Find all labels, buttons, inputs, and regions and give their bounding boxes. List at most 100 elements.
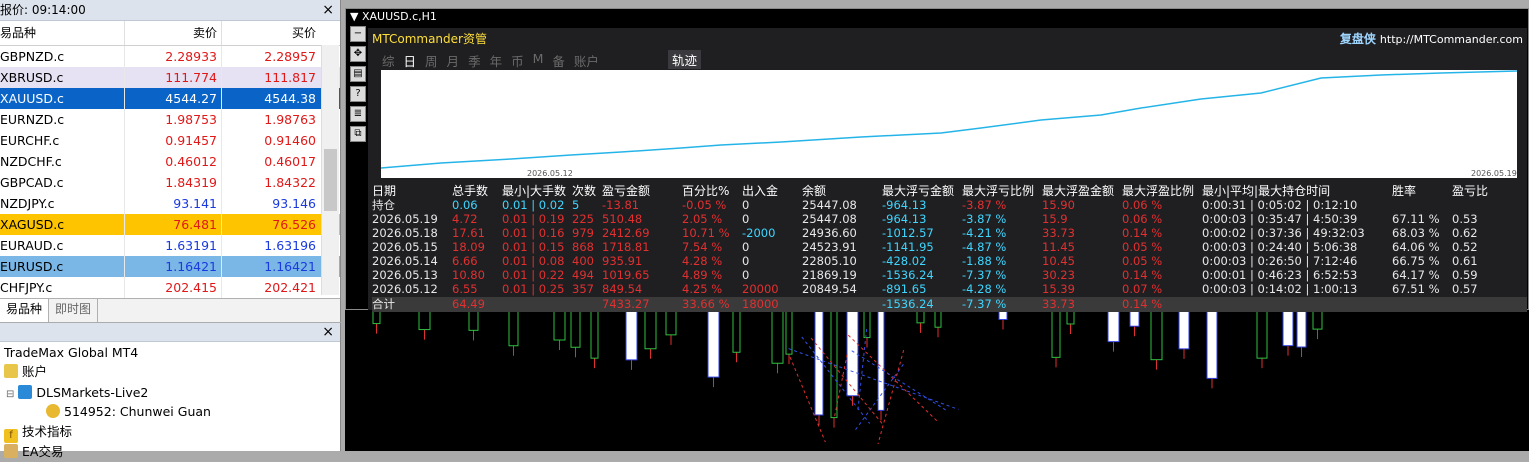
- table-cell: -13.81: [602, 198, 640, 212]
- plot-date-start: 2026.05.12: [527, 169, 573, 178]
- table-cell: 0.06 %: [1122, 212, 1163, 226]
- period-tab[interactable]: 币: [511, 51, 524, 70]
- table-row: 2026.05.14 6.66 0.01 | 0.08 400 935.91 4.28 %…: [372, 254, 1527, 268]
- market-watch-scrollbar[interactable]: [321, 45, 339, 295]
- bid-cell: 93.141: [124, 193, 221, 214]
- table-cell: 0.52: [1452, 240, 1478, 254]
- table-cell: 0:00:03 | 0:35:47 | 4:50:39: [1202, 212, 1358, 226]
- table-cell: 68.03 %: [1392, 226, 1440, 240]
- close-icon[interactable]: ×: [322, 0, 334, 20]
- bid-cell: 2.28933: [124, 46, 221, 67]
- market-watch-row[interactable]: GBPCAD.c 1.84319 1.84322: [0, 172, 340, 193]
- market-watch-row[interactable]: EURAUD.c 1.63191 1.63196: [0, 235, 340, 256]
- period-tab[interactable]: 季: [468, 51, 481, 70]
- table-cell: 67.11 %: [1392, 212, 1440, 226]
- tab-tick-chart[interactable]: 即时图: [49, 299, 99, 322]
- market-watch-row[interactable]: XBRUSD.c 111.774 111.817: [0, 67, 340, 88]
- column-header-bid[interactable]: 卖价: [124, 21, 221, 45]
- ask-cell: 1.63196: [221, 235, 320, 256]
- table-cell: 33.66 %: [682, 297, 730, 311]
- market-watch-row[interactable]: XAGUSD.c 76.481 76.526: [0, 214, 340, 235]
- site-link[interactable]: 复盘侠 http://MTCommander.com: [1340, 30, 1523, 47]
- market-watch-row[interactable]: EURNZD.c 1.98753 1.98763: [0, 109, 340, 130]
- period-tab[interactable]: 备: [552, 51, 565, 70]
- table-cell: -1536.24: [882, 297, 934, 311]
- candle: [846, 310, 859, 397]
- nav-item-server[interactable]: ⊟ DLSMarkets-Live2: [6, 383, 148, 403]
- plot-date-end: 2026.05.19: [1471, 169, 1517, 178]
- table-cell: 0.59: [1452, 268, 1478, 282]
- candle: [1256, 310, 1268, 359]
- close-icon[interactable]: ×: [322, 323, 334, 341]
- symbol-cell: EURNZD.c: [0, 112, 65, 127]
- capture-icon[interactable]: ▤: [350, 66, 366, 82]
- column-header-symbol[interactable]: 易品种: [0, 21, 124, 45]
- candle: [785, 310, 793, 355]
- navigator-title-bar: ×: [0, 323, 340, 342]
- table-cell: 10.80: [452, 268, 485, 282]
- table-cell: 6.55: [452, 282, 478, 296]
- table-cell: 0.01 | 0.19: [502, 212, 565, 226]
- table-cell: 21869.19: [802, 268, 857, 282]
- nav-item-indicators[interactable]: f 技术指标: [4, 422, 72, 443]
- candle: [553, 310, 566, 341]
- period-tab[interactable]: 综: [382, 51, 395, 70]
- table-cell: 2026.05.12: [372, 282, 438, 296]
- table-cell: 盈亏比: [1452, 184, 1489, 198]
- table-cell: -3.87 %: [962, 198, 1007, 212]
- table-cell: -428.02: [882, 254, 927, 268]
- period-tabs: 综日周月季年币 M 备账户: [382, 51, 608, 70]
- table-cell: -4.21 %: [962, 226, 1007, 240]
- copy-icon[interactable]: ⧉: [350, 126, 366, 142]
- candle: [916, 310, 925, 324]
- market-watch-row[interactable]: CHFJPY.c 202.415 202.421: [0, 277, 340, 298]
- window-menu-icon[interactable]: ▼: [350, 10, 358, 23]
- ask-cell: 2.28957: [221, 46, 320, 67]
- table-cell: 0.62: [1452, 226, 1478, 240]
- collapse-icon[interactable]: ⊟: [6, 389, 14, 400]
- table-cell: 15.90: [1042, 198, 1075, 212]
- candle: [468, 310, 479, 331]
- table-cell: 总手数: [452, 184, 489, 198]
- table-cell: 次数: [572, 184, 597, 198]
- table-cell: 33.73: [1042, 226, 1075, 240]
- period-tab[interactable]: 日: [404, 51, 417, 70]
- bid-cell: 1.63191: [124, 235, 221, 256]
- scrollbar-thumb[interactable]: [324, 149, 337, 211]
- market-watch-row[interactable]: GBPNZD.c 2.28933 2.28957: [0, 46, 340, 67]
- minimize-icon[interactable]: −: [350, 26, 366, 42]
- nav-item-accounts[interactable]: 账户: [4, 362, 47, 382]
- market-watch-row[interactable]: NZDCHF.c 0.46012 0.46017: [0, 151, 340, 172]
- period-tab[interactable]: M: [533, 51, 544, 70]
- move-icon[interactable]: ✥: [350, 46, 366, 62]
- column-header-ask[interactable]: 买价: [221, 21, 320, 45]
- table-cell: -1012.57: [882, 226, 934, 240]
- table-cell: 0:00:03 | 0:14:02 | 1:00:13: [1202, 282, 1358, 296]
- market-watch-row[interactable]: EURCHF.c 0.91457 0.91460: [0, 130, 340, 151]
- symbol-cell: XAGUSD.c: [0, 217, 65, 232]
- market-watch-row[interactable]: XAUUSD.c 4544.27 4544.38: [0, 88, 340, 109]
- table-cell: 868: [572, 240, 594, 254]
- table-cell: 0.01 | 0.02: [502, 198, 565, 212]
- nav-item-account-login[interactable]: 514952: Chunwei Guan: [46, 402, 211, 422]
- tab-symbols[interactable]: 易品种: [0, 299, 50, 322]
- period-tab[interactable]: 月: [447, 51, 460, 70]
- period-tab[interactable]: 账户: [574, 51, 599, 70]
- nav-item-expert-advisors[interactable]: EA交易: [4, 442, 63, 462]
- candle: [1051, 310, 1061, 358]
- ask-cell: 1.98763: [221, 109, 320, 130]
- help-icon[interactable]: ?: [350, 86, 366, 102]
- table-cell: 0.14 %: [1122, 268, 1163, 282]
- table-cell: 11.45: [1042, 240, 1075, 254]
- market-watch-row[interactable]: EURUSD.c 1.16421 1.16421: [0, 256, 340, 277]
- list-icon[interactable]: ≣: [350, 106, 366, 122]
- period-tab[interactable]: 年: [490, 51, 503, 70]
- table-cell: 935.91: [602, 254, 643, 268]
- chart-window-title-bar[interactable]: ▼ XAUUSD.c,H1: [346, 9, 1528, 25]
- market-watch-row[interactable]: NZDJPY.c 93.141 93.146: [0, 193, 340, 214]
- period-tab[interactable]: 周: [425, 51, 438, 70]
- track-button[interactable]: 轨迹: [668, 50, 702, 69]
- ask-cell: 1.84322: [221, 172, 320, 193]
- nav-item-terminal[interactable]: TradeMax Global MT4: [4, 343, 138, 363]
- stats-table: 日期 总手数 最小|大手数 次数 盈亏金额 百分比% 出入金 余额 最大浮亏金额 最大浮亏比例 最大…: [372, 184, 1527, 312]
